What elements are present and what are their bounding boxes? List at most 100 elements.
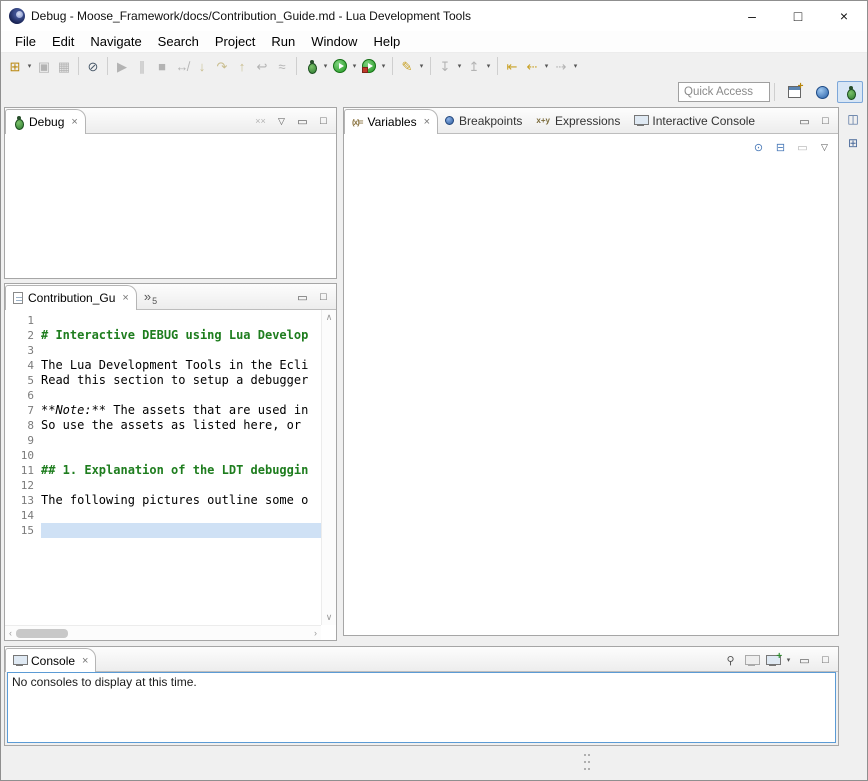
menu-help[interactable]: Help	[365, 32, 408, 51]
toolbar-separator	[78, 57, 79, 75]
menu-edit[interactable]: Edit	[44, 32, 82, 51]
editor-vertical-scrollbar[interactable]: ∧ ∨	[321, 310, 336, 625]
minimize-view-button[interactable]: ▭	[795, 112, 814, 130]
terminate-button[interactable]: ■	[152, 55, 172, 77]
maximize-view-button[interactable]: □	[314, 112, 333, 130]
pin-view-icon[interactable]: ▭	[793, 138, 812, 156]
drop-to-frame-button[interactable]: ↩	[252, 55, 272, 77]
debug-perspective-icon	[845, 86, 856, 99]
scroll-left-icon[interactable]: ‹	[9, 626, 12, 640]
menu-search[interactable]: Search	[150, 32, 207, 51]
use-step-filters-button[interactable]: ≈	[272, 55, 292, 77]
quick-access-input[interactable]	[678, 82, 770, 102]
last-edit-location-button[interactable]: ⇤	[502, 55, 522, 77]
menu-file[interactable]: File	[7, 32, 44, 51]
chevron-down-icon[interactable]: ▾	[321, 62, 330, 70]
editor-body[interactable]: 1 2# Interactive DEBUG using Lua Develop…	[5, 310, 321, 625]
sash-grip[interactable]	[584, 754, 590, 770]
open-perspective-button[interactable]	[781, 81, 807, 103]
close-icon[interactable]: ×	[422, 116, 430, 128]
menu-project[interactable]: Project	[207, 32, 263, 51]
run-icon	[333, 59, 347, 73]
forward-button[interactable]: ⇢	[551, 55, 571, 77]
view-menu-icon[interactable]: ▽	[272, 112, 291, 130]
menu-window[interactable]: Window	[303, 32, 365, 51]
tab-console[interactable]: Console ×	[5, 648, 96, 672]
step-over-button[interactable]: ↷	[212, 55, 232, 77]
skip-all-breakpoints-button[interactable]: ⊘	[83, 55, 103, 77]
lua-perspective-button[interactable]	[809, 81, 835, 103]
next-annotation-button[interactable]: ↧	[435, 55, 455, 77]
minimize-view-button[interactable]: ▭	[293, 112, 312, 130]
tab-variables[interactable]: (x)= Variables ×	[344, 109, 438, 134]
editor-horizontal-scrollbar[interactable]: ‹ ›	[5, 625, 321, 640]
display-selected-console-button[interactable]	[742, 651, 761, 669]
external-tools-button[interactable]	[359, 55, 379, 77]
console-tabrow: Console × ⚲ + ▾ ▭ □	[5, 647, 838, 672]
editor-overflow-tab[interactable]: » 5	[137, 284, 164, 309]
step-return-button[interactable]: ↑	[232, 55, 252, 77]
view-menu-icon[interactable]: ▽	[815, 138, 834, 156]
forward-icon: ⇢	[556, 60, 567, 73]
maximize-view-button[interactable]: □	[816, 651, 835, 669]
chevron-down-icon[interactable]: ▾	[350, 62, 359, 70]
tab-breakpoints[interactable]: Breakpoints	[438, 108, 529, 133]
resume-button[interactable]: ▶	[112, 55, 132, 77]
chevron-down-icon[interactable]: ▾	[542, 62, 551, 70]
line-number: 15	[5, 523, 41, 538]
collapse-all-icon[interactable]: ⊟	[771, 138, 790, 156]
tab-debug[interactable]: Debug ×	[5, 109, 86, 134]
console-panel: Console × ⚲ + ▾ ▭ □ No consoles to displ…	[4, 646, 839, 746]
minimize-view-button[interactable]: ▭	[795, 651, 814, 669]
search-button[interactable]: ✎	[397, 55, 417, 77]
console-content[interactable]: No consoles to display at this time.	[7, 672, 836, 743]
search-icon: ✎	[402, 60, 413, 73]
debug-perspective-button[interactable]	[837, 81, 863, 103]
chevron-down-icon[interactable]: ▾	[417, 62, 426, 70]
close-icon[interactable]: ×	[80, 655, 88, 667]
close-icon[interactable]: ×	[120, 292, 128, 304]
save-all-icon: ▦	[58, 60, 70, 73]
minimized-view-icon[interactable]: ◫	[843, 109, 863, 129]
tab-contribution-guide[interactable]: Contribution_Gu ×	[5, 285, 137, 310]
suspend-button[interactable]: ∥	[132, 55, 152, 77]
chevron-down-icon[interactable]: ▾	[379, 62, 388, 70]
chevron-down-icon[interactable]: ▾	[484, 62, 493, 70]
remove-all-terminated-button[interactable]: ××	[251, 112, 270, 130]
scroll-right-icon[interactable]: ›	[314, 626, 317, 640]
scroll-down-icon[interactable]: ∨	[326, 610, 333, 625]
menu-run[interactable]: Run	[263, 32, 303, 51]
maximize-window-button[interactable]: □	[775, 1, 821, 31]
save-all-button[interactable]: ▦	[54, 55, 74, 77]
run-button[interactable]	[330, 55, 350, 77]
close-icon[interactable]: ×	[69, 116, 77, 128]
menu-navigate[interactable]: Navigate	[82, 32, 149, 51]
scroll-up-icon[interactable]: ∧	[326, 310, 333, 325]
tab-expressions[interactable]: x+y Expressions	[529, 108, 627, 133]
minimize-window-button[interactable]: –	[729, 1, 775, 31]
close-window-button[interactable]: ×	[821, 1, 867, 31]
disconnect-button[interactable]: ↮	[172, 55, 192, 77]
chevron-down-icon[interactable]: ▾	[25, 62, 34, 70]
step-into-button[interactable]: ↓	[192, 55, 212, 77]
chevron-down-icon[interactable]: ▾	[571, 62, 580, 70]
back-button[interactable]: ⇠	[522, 55, 542, 77]
chevron-down-icon[interactable]: ▾	[784, 656, 793, 664]
save-button[interactable]: ▣	[34, 55, 54, 77]
maximize-view-button[interactable]: □	[314, 288, 333, 306]
tab-interactive-console[interactable]: Interactive Console	[627, 108, 762, 133]
maximize-view-button[interactable]: □	[816, 112, 835, 130]
minimize-view-button[interactable]: ▭	[293, 288, 312, 306]
minimized-view-icon[interactable]: ⊞	[843, 133, 863, 153]
chevron-down-icon[interactable]: ▾	[455, 62, 464, 70]
new-wizard-button[interactable]: ⊞	[5, 55, 25, 77]
scrollbar-thumb[interactable]	[16, 629, 68, 638]
pin-console-icon[interactable]: ⚲	[721, 651, 740, 669]
toolbar-separator	[774, 83, 775, 101]
debug-button[interactable]	[301, 55, 321, 77]
previous-annotation-button[interactable]: ↥	[464, 55, 484, 77]
open-console-button[interactable]: +	[763, 651, 782, 669]
line-number: 4	[5, 358, 41, 373]
step-into-icon: ↓	[199, 60, 206, 73]
show-logical-structures-icon[interactable]: ⊙	[749, 138, 768, 156]
